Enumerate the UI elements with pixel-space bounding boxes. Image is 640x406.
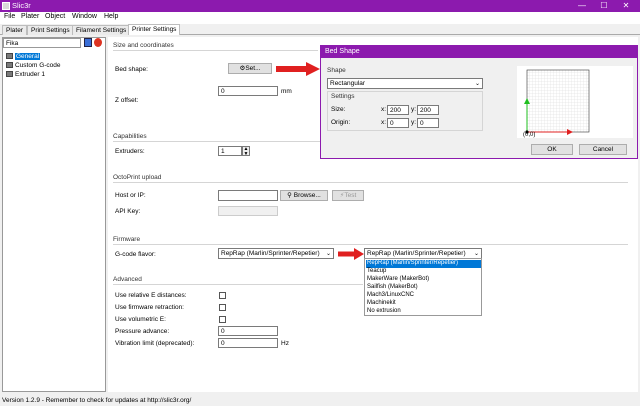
api-key-input[interactable] <box>218 206 278 216</box>
test-button[interactable]: ⚡Test <box>332 190 364 201</box>
relative-e-checkbox[interactable] <box>219 292 226 299</box>
pressure-advance-input[interactable]: 0 <box>218 326 278 336</box>
shape-group-label: Shape <box>327 67 346 74</box>
origin-y-label: y: <box>411 119 417 126</box>
section-capabilities-title: Capabilities <box>113 133 147 140</box>
extruders-input[interactable]: 1 <box>218 146 242 156</box>
chevron-down-icon: ⌄ <box>474 81 480 87</box>
settings-group-label: Settings <box>331 93 355 100</box>
firmware-retraction-label: Use firmware retraction: <box>115 304 184 311</box>
cancel-button[interactable]: Cancel <box>579 144 627 155</box>
size-y-input[interactable]: 200 <box>417 105 439 115</box>
bed-shape-label: Bed shape: <box>115 66 148 73</box>
vibration-limit-input[interactable]: 0 <box>218 338 278 348</box>
vibration-limit-unit: Hz <box>281 340 289 347</box>
tab-filament-settings[interactable]: Filament Settings <box>72 25 131 35</box>
option-reprap[interactable]: RepRap (Marlin/Sprinter/Repetier) <box>366 260 481 268</box>
option-sailfish[interactable]: Sailfish (MakerBot) <box>366 284 481 292</box>
settings-tree-panel <box>2 37 106 392</box>
z-offset-unit: mm <box>281 88 292 95</box>
origin-x-input[interactable]: 0 <box>387 118 409 128</box>
arrow-to-dropdown-icon <box>338 248 364 260</box>
size-label: Size: <box>331 106 346 113</box>
close-button[interactable]: ✕ <box>616 0 636 12</box>
relative-e-label: Use relative E distances: <box>115 292 187 299</box>
ok-button[interactable]: OK <box>531 144 573 155</box>
origin-label: Origin: <box>331 119 351 126</box>
printer-icon <box>6 53 13 60</box>
title-bar: Slic3r — ☐ ✕ <box>0 0 640 12</box>
app-icon <box>2 2 10 10</box>
vibration-limit-label: Vibration limit (deprecated): <box>115 340 195 347</box>
menu-help[interactable]: Help <box>104 13 118 20</box>
option-no-extrusion[interactable]: No extrusion <box>366 308 481 316</box>
maximize-button[interactable]: ☐ <box>594 0 614 12</box>
size-y-label: y: <box>411 106 417 113</box>
delete-preset-icon[interactable] <box>94 38 102 47</box>
option-machinekit[interactable]: Machinekit <box>366 300 481 308</box>
z-offset-label: Z offset: <box>115 97 139 104</box>
bed-shape-dialog: Bed Shape Shape Rectangular ⌄ Settings Si… <box>320 45 638 159</box>
tree-item-extruder[interactable]: Extruder 1 <box>6 71 45 79</box>
tree-item-custom-gcode[interactable]: Custom G-code <box>6 62 61 70</box>
api-key-label: API Key: <box>115 208 141 215</box>
menu-plater[interactable]: Plater <box>21 13 39 20</box>
pressure-advance-label: Pressure advance: <box>115 328 170 335</box>
origin-y-input[interactable]: 0 <box>417 118 439 128</box>
origin-coordinate-label: (0,0) <box>523 132 536 138</box>
window-title: Slic3r <box>12 1 31 10</box>
section-divider <box>113 244 628 245</box>
chevron-down-icon: ⌄ <box>325 251 331 257</box>
section-divider <box>113 50 318 51</box>
arrow-to-dialog-icon <box>276 62 320 76</box>
section-advanced-title: Advanced <box>113 276 142 283</box>
volumetric-e-checkbox[interactable] <box>219 316 226 323</box>
firmware-retraction-checkbox[interactable] <box>219 304 226 311</box>
z-offset-input[interactable]: 0 <box>218 86 278 96</box>
host-label: Host or IP: <box>115 192 146 199</box>
section-firmware-title: Firmware <box>113 236 141 243</box>
size-x-label: x: <box>381 106 387 113</box>
extruders-label: Extruders: <box>115 148 145 155</box>
tab-print-settings[interactable]: Print Settings <box>27 25 74 35</box>
dialog-title: Bed Shape <box>321 46 637 58</box>
preset-select[interactable]: Fika <box>3 38 81 48</box>
tab-printer-settings[interactable]: Printer Settings <box>128 24 181 35</box>
menu-bar: File Plater Object Window Help <box>0 12 640 24</box>
gcode-flavor-list: RepRap (Marlin/Sprinter/Repetier) Teacup… <box>364 258 482 316</box>
extruder-icon <box>6 71 13 78</box>
gcode-flavor-label: G-code flavor: <box>115 251 156 258</box>
section-octoprint-title: OctoPrint upload <box>113 174 162 181</box>
shape-select[interactable]: Rectangular ⌄ <box>327 78 483 89</box>
save-preset-icon[interactable] <box>84 38 92 47</box>
host-input[interactable] <box>218 190 278 201</box>
script-icon <box>6 62 13 69</box>
menu-object[interactable]: Object <box>45 13 65 20</box>
section-size-title: Size and coordinates <box>113 42 174 49</box>
menu-file[interactable]: File <box>4 13 15 20</box>
section-divider <box>113 284 363 285</box>
minimize-button[interactable]: — <box>572 0 592 12</box>
status-bar: Version 1.2.9 - Remember to check for up… <box>0 396 640 406</box>
volumetric-e-label: Use volumetric E: <box>115 316 166 323</box>
bed-preview <box>517 66 633 138</box>
option-makerware[interactable]: MakerWare (MakerBot) <box>366 276 481 284</box>
tab-plater[interactable]: Plater <box>2 25 27 35</box>
preset-value: Fika <box>6 40 19 47</box>
section-divider <box>113 182 628 183</box>
origin-x-label: x: <box>381 119 387 126</box>
tree-item-general[interactable]: General <box>6 53 41 61</box>
browse-button[interactable]: ⚲ Browse... <box>280 190 328 201</box>
menu-window[interactable]: Window <box>72 13 97 20</box>
gcode-flavor-select[interactable]: RepRap (Marlin/Sprinter/Repetier) ⌄ <box>218 248 334 259</box>
extruders-spinner[interactable]: ▲ ▼ <box>242 146 250 157</box>
option-teacup[interactable]: Teacup <box>366 268 481 276</box>
option-mach3[interactable]: Mach3/LinuxCNC <box>366 292 481 300</box>
set-bed-shape-button[interactable]: ⚙Set... <box>228 63 272 74</box>
search-icon: ⚲ <box>287 192 292 199</box>
size-x-input[interactable]: 200 <box>387 105 409 115</box>
tab-bar: Plater Print Settings Filament Settings … <box>0 24 640 35</box>
